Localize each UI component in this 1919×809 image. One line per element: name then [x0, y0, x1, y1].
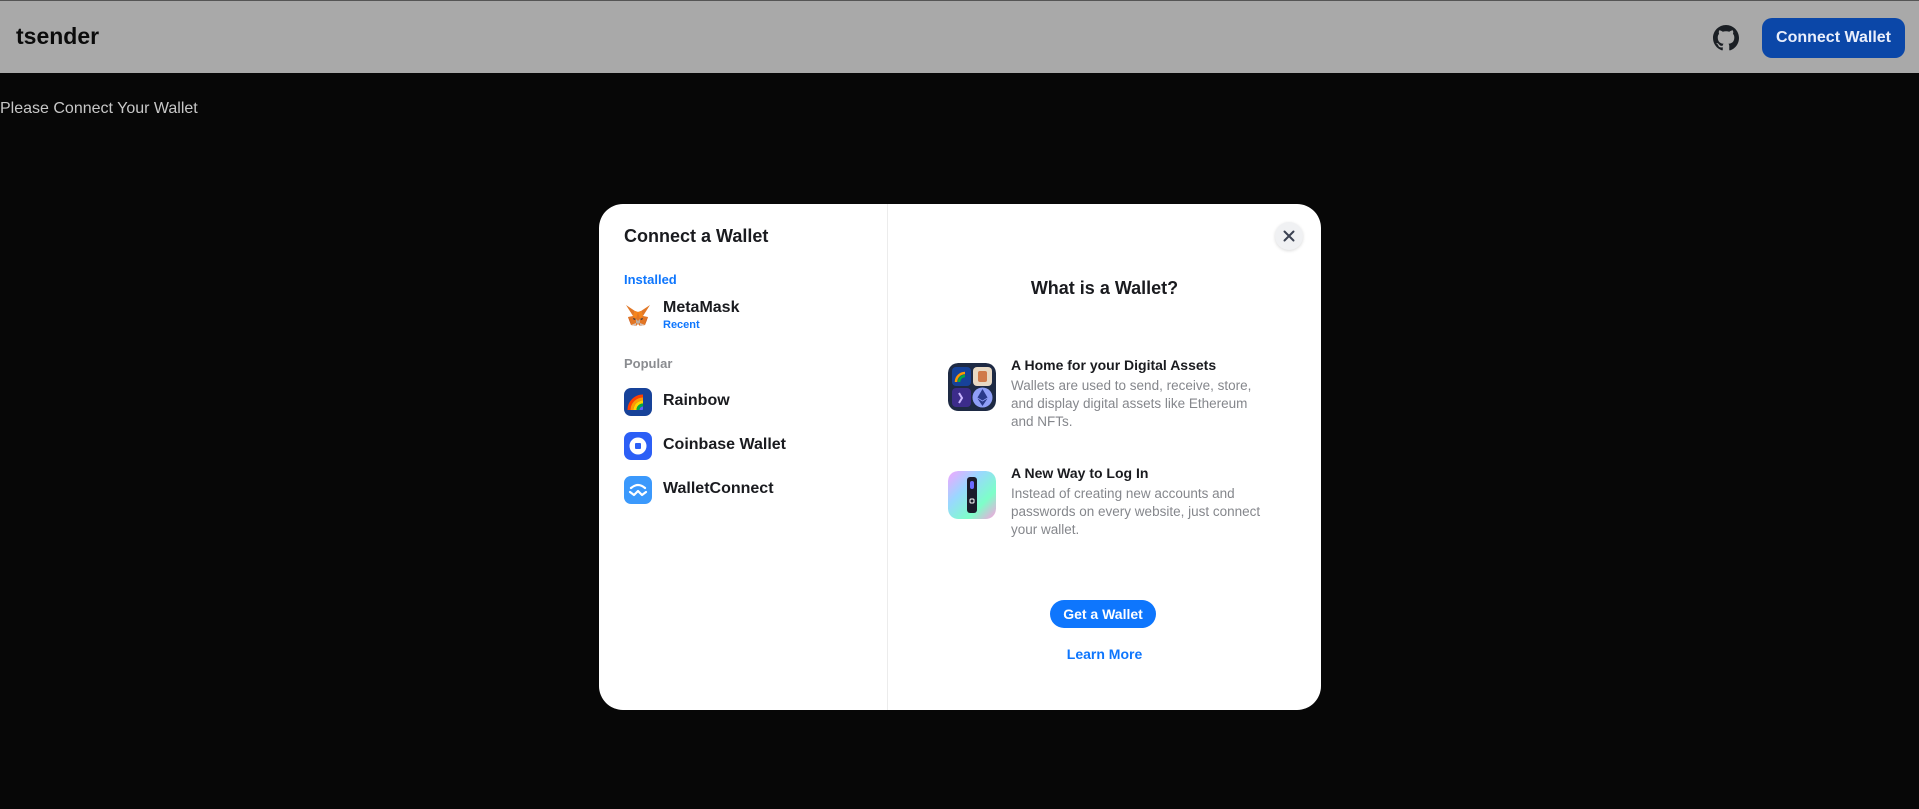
wallet-name: MetaMask — [663, 299, 740, 316]
close-button[interactable] — [1275, 222, 1303, 250]
metamask-icon — [624, 302, 652, 330]
learn-more-link[interactable]: Learn More — [888, 646, 1321, 662]
wallet-option-walletconnect[interactable]: WalletConnect — [615, 472, 873, 508]
github-icon[interactable] — [1713, 25, 1739, 51]
info-item-title: A Home for your Digital Assets — [1011, 357, 1217, 373]
connect-wallet-modal: Connect a Wallet Installed MetaMask Rece… — [599, 204, 1321, 710]
recent-badge: Recent — [663, 319, 700, 331]
wallet-option-metamask[interactable]: MetaMask Recent — [615, 298, 873, 334]
get-wallet-button[interactable]: Get a Wallet — [1050, 600, 1156, 628]
connect-prompt: Please Connect Your Wallet — [0, 100, 198, 117]
connect-wallet-button[interactable]: Connect Wallet — [1762, 18, 1905, 58]
login-key-icon — [948, 471, 996, 519]
wallet-name: WalletConnect — [663, 480, 774, 497]
wallet-option-rainbow[interactable]: Rainbow — [615, 384, 873, 420]
close-icon — [1283, 230, 1295, 242]
info-item-description: Instead of creating new accounts and pas… — [1011, 486, 1261, 537]
info-item-description: Wallets are used to send, receive, store… — [1011, 378, 1252, 429]
wallet-option-coinbase[interactable]: Coinbase Wallet — [615, 428, 873, 464]
coinbase-icon — [624, 432, 652, 460]
info-item-title: A New Way to Log In — [1011, 465, 1149, 481]
info-title: What is a Wallet? — [1030, 278, 1179, 298]
app-title: tsender — [16, 23, 100, 49]
rainbow-icon — [624, 388, 652, 416]
wallet-name: Rainbow — [663, 392, 730, 409]
group-label-installed: Installed — [624, 272, 677, 287]
wallet-list-pane: Connect a Wallet Installed MetaMask Rece… — [599, 204, 888, 710]
digital-assets-icon — [948, 363, 996, 411]
group-label-popular: Popular — [624, 356, 673, 371]
modal-title: Connect a Wallet — [624, 226, 769, 246]
wallet-name: Coinbase Wallet — [663, 436, 786, 453]
walletconnect-icon — [624, 476, 652, 504]
top-navbar: tsender Connect Wallet — [0, 0, 1919, 73]
wallet-info-pane: What is a Wallet? A Home for your Digita… — [888, 204, 1321, 710]
